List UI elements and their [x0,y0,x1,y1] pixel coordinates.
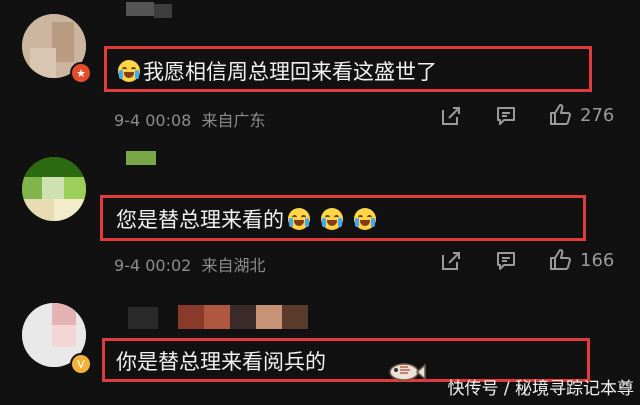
comment-text-1: 我愿相信周总理回来看这盛世了 [118,56,437,86]
crying-face-icon [321,208,343,230]
timestamp: 9-4 00:02 [114,256,192,275]
comment-icon [497,107,515,125]
timestamp: 9-4 00:08 [114,111,192,130]
pixel-block [204,305,230,329]
like-button[interactable]: 276 [548,103,614,127]
comment-2: 您是替总理来看的 9-4 00:02 来自湖北 166 [0,145,640,280]
comment-icon [497,252,515,270]
username-blurred-2 [154,4,172,18]
red-star-badge-icon: ★ [70,62,92,84]
watermark: 快传号 / 秘境寻踪记本尊 [447,379,634,399]
location: 来自广东 [201,111,266,130]
comment-body: 你是替总理来看阅兵的 [116,350,326,374]
username-blurred[interactable] [128,307,158,329]
pixel-block [256,305,282,329]
comment-button[interactable] [495,105,517,127]
fish-sticker-icon [389,363,426,381]
avatar[interactable] [22,157,86,221]
comment-body: 我愿相信周总理回来看这盛世了 [143,60,437,84]
gold-verified-badge-icon: V [70,353,92,375]
share-icon [442,252,460,270]
comment-meta: 9-4 00:08 来自广东 [114,107,266,131]
thumbs-up-icon [550,249,571,270]
share-button[interactable] [440,250,462,272]
pixel-block [230,305,256,329]
crying-face-icon [288,208,310,230]
comment-meta: 9-4 00:02 来自湖北 [114,252,266,276]
like-count: 166 [580,249,615,271]
comment-1: ★ 我愿相信周总理回来看这盛世了 9-4 00:08 来自广东 276 [0,0,640,130]
comment-body: 您是替总理来看的 [116,208,284,232]
comment-text-3: 你是替总理来看阅兵的 [116,346,326,376]
comment-text-2: 您是替总理来看的 [116,204,379,234]
pixel-block [282,305,308,329]
username-blurred[interactable] [126,2,154,16]
username-blurred[interactable] [126,151,156,165]
thumbs-up-icon [550,104,571,125]
crying-face-icon [354,208,376,230]
like-count: 276 [580,104,615,126]
share-icon [442,107,460,125]
share-button[interactable] [440,105,462,127]
pixel-block [178,305,204,329]
crying-face-icon [118,60,140,82]
location: 来自湖北 [201,256,266,275]
like-button[interactable]: 166 [548,248,614,272]
comment-button[interactable] [495,250,517,272]
